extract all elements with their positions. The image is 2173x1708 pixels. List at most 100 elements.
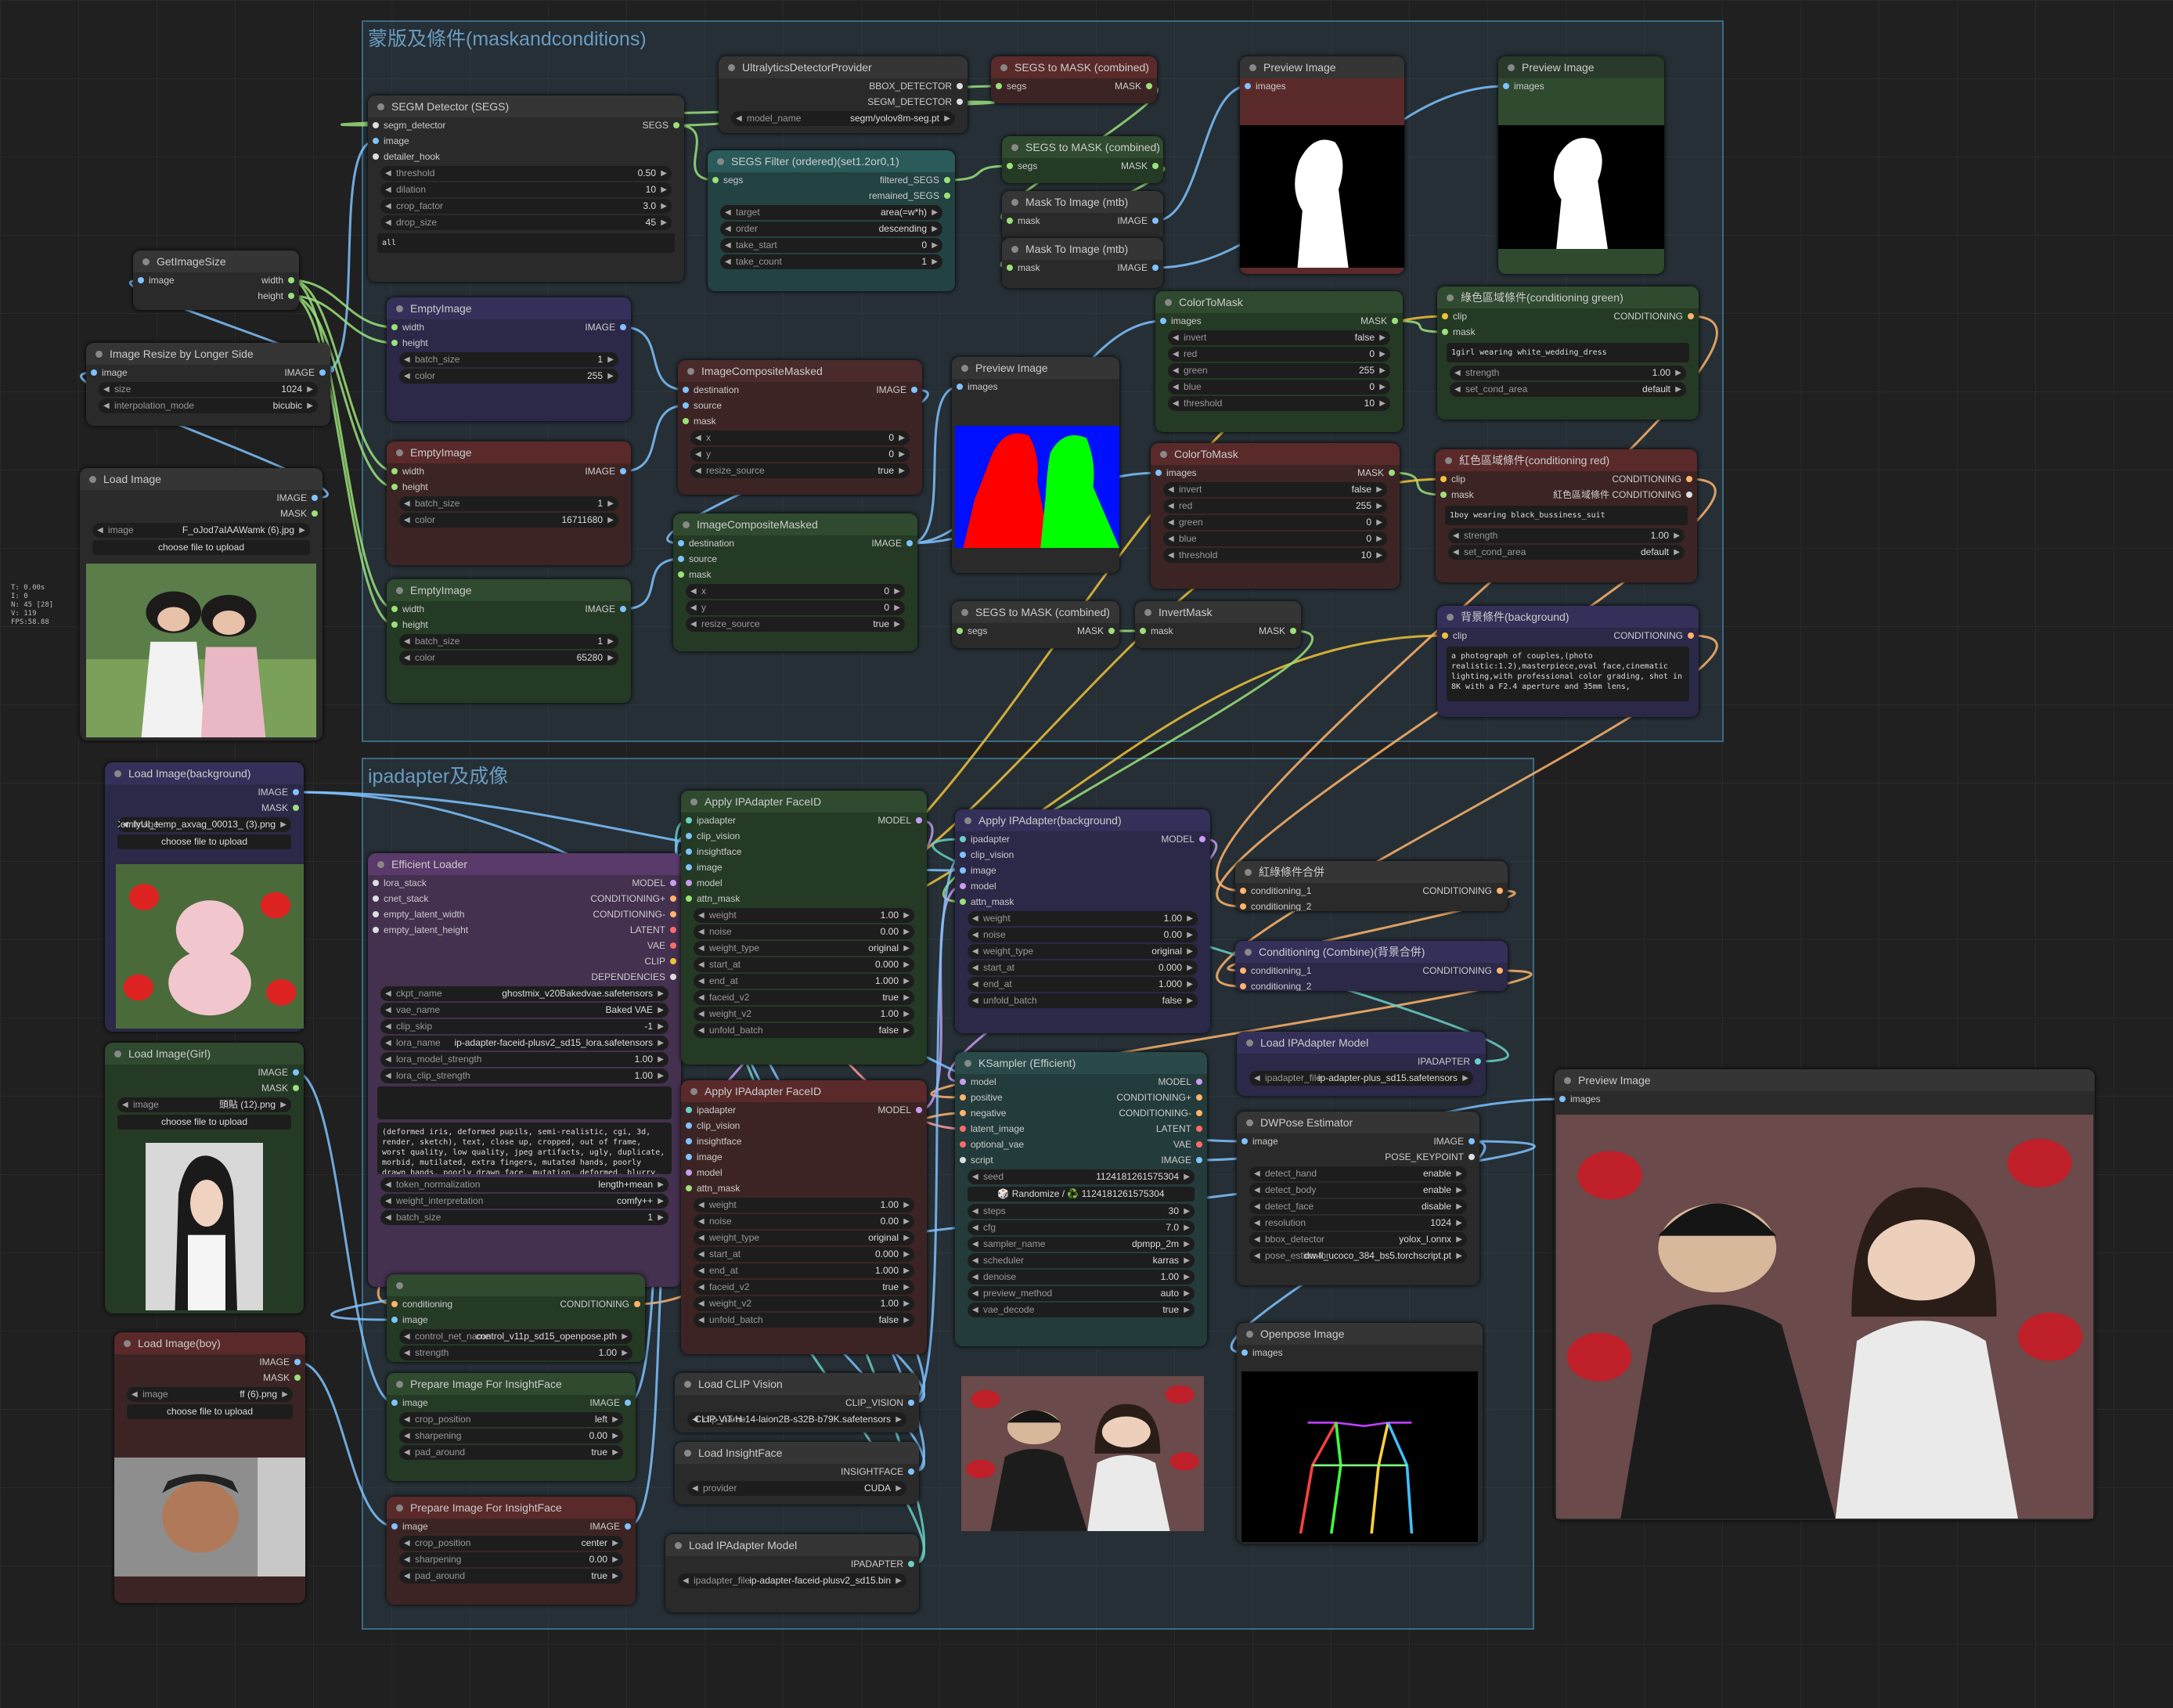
widget-x[interactable]: x0 bbox=[690, 431, 910, 445]
output-slot[interactable] bbox=[1290, 628, 1296, 634]
input-slot[interactable] bbox=[391, 1301, 398, 1307]
node-condcomb1[interactable]: 紅綠條件合併 conditioning_1 CONDITIONING conditio… bbox=[1235, 861, 1508, 911]
node-title[interactable]: Load IPAdapter Model bbox=[665, 1534, 919, 1556]
output-slot[interactable] bbox=[288, 277, 294, 283]
input-slot[interactable] bbox=[1160, 318, 1166, 324]
output-slot[interactable] bbox=[1468, 1154, 1475, 1160]
node-title[interactable]: Apply IPAdapter FaceID bbox=[681, 791, 927, 813]
node-mask2img1[interactable]: Mask To Image (mtb) mask IMAGE bbox=[1002, 191, 1163, 241]
node-title[interactable]: EmptyImage bbox=[387, 441, 631, 463]
node-empty3[interactable]: EmptyImage width IMAGE height batch_size 1 col… bbox=[387, 579, 631, 703]
widget-cfg[interactable]: cfg 7.0 bbox=[968, 1220, 1195, 1235]
widget-lora-name[interactable]: lora_name ip-adapter-faceid-plusv2_sd15_l… bbox=[380, 1036, 668, 1050]
node-title[interactable]: SEGS Filter (ordered)(set1.2or0,1) bbox=[708, 150, 955, 172]
widget-lora-model-strength[interactable]: lora_model_strength 1.00 bbox=[380, 1052, 668, 1067]
node-title[interactable]: UltralyticsDetectorProvider bbox=[719, 56, 968, 78]
node-title[interactable]: ImageCompositeMasked bbox=[673, 513, 917, 535]
input-slot[interactable] bbox=[1240, 968, 1246, 974]
node-title[interactable]: EmptyImage bbox=[387, 297, 631, 319]
widget-threshold[interactable]: threshold 0.50 bbox=[380, 166, 672, 181]
node-condr[interactable]: 紅色區域條件(conditioning red) clip CONDITIONING… bbox=[1436, 449, 1697, 582]
widget-weight-v2[interactable]: weight_v2 1.00 bbox=[694, 1296, 914, 1311]
widget-pad-around[interactable]: pad_around true bbox=[399, 1569, 623, 1584]
input-slot[interactable] bbox=[1503, 83, 1509, 89]
output-slot[interactable] bbox=[1199, 836, 1205, 842]
output-slot[interactable] bbox=[294, 1359, 301, 1365]
widget-x[interactable]: x0 bbox=[686, 584, 905, 599]
output-slot[interactable] bbox=[670, 958, 676, 964]
input-slot[interactable] bbox=[1559, 1096, 1566, 1102]
input-slot[interactable] bbox=[373, 122, 379, 128]
node-segsmask3[interactable]: SEGS to MASK (combined) segs MASK bbox=[952, 601, 1119, 648]
input-slot[interactable] bbox=[686, 817, 692, 823]
node-title[interactable]: Prepare Image For InsightFace bbox=[387, 1373, 636, 1395]
widget-detect-hand[interactable]: detect_hand enable bbox=[1249, 1166, 1467, 1181]
input-slot[interactable] bbox=[686, 864, 692, 870]
output-slot[interactable] bbox=[319, 369, 326, 376]
widget-target[interactable]: target area(=w*h) bbox=[720, 205, 942, 220]
widget-detect-face[interactable]: detect_face disable bbox=[1249, 1199, 1467, 1214]
widget-drop-size[interactable]: drop_size 45 bbox=[380, 215, 672, 230]
input-slot[interactable] bbox=[373, 927, 379, 933]
output-slot[interactable] bbox=[906, 540, 913, 546]
widget-crop-factor[interactable]: crop_factor 3.0 bbox=[380, 199, 672, 214]
output-slot[interactable] bbox=[944, 177, 950, 183]
input-slot[interactable] bbox=[391, 468, 398, 474]
widget-weight-v2[interactable]: weight_v2 1.00 bbox=[694, 1007, 914, 1022]
input-slot[interactable] bbox=[1140, 628, 1146, 634]
input-slot[interactable] bbox=[960, 1141, 966, 1148]
input-slot[interactable] bbox=[391, 622, 398, 628]
output-slot[interactable] bbox=[288, 293, 294, 299]
output-slot[interactable] bbox=[1688, 632, 1694, 639]
widget-red[interactable]: red 0 bbox=[1168, 347, 1390, 362]
input-slot[interactable] bbox=[391, 1317, 398, 1323]
widget-start-at[interactable]: start_at 0.000 bbox=[694, 957, 914, 972]
input-slot[interactable] bbox=[1007, 163, 1013, 169]
output-slot[interactable] bbox=[625, 1523, 631, 1530]
output-slot[interactable] bbox=[1196, 1094, 1202, 1101]
output-slot[interactable] bbox=[670, 942, 676, 949]
output-slot[interactable] bbox=[1392, 318, 1398, 324]
output-slot[interactable] bbox=[1152, 218, 1159, 224]
node-empty2[interactable]: EmptyImage width IMAGE height batch_size 1 col… bbox=[387, 441, 631, 565]
node-title[interactable]: Load Image bbox=[80, 468, 323, 490]
node-title[interactable]: Load Image(Girl) bbox=[105, 1043, 304, 1065]
widget-preview-method[interactable]: preview_method auto bbox=[968, 1286, 1195, 1301]
input-slot[interactable] bbox=[957, 384, 963, 390]
input-slot[interactable] bbox=[686, 1154, 692, 1160]
output-slot[interactable] bbox=[620, 324, 626, 330]
node-comp2[interactable]: ImageCompositeMasked destination IMAGE sour… bbox=[673, 513, 917, 651]
widget-scheduler[interactable]: scheduler karras bbox=[968, 1253, 1195, 1268]
input-slot[interactable] bbox=[373, 138, 379, 144]
output-slot[interactable] bbox=[293, 805, 299, 811]
node-title[interactable]: 背景條件(background) bbox=[1437, 606, 1699, 628]
input-slot[interactable] bbox=[686, 849, 692, 855]
widget-faceid-v2[interactable]: faceid_v2 true bbox=[694, 1280, 914, 1295]
node-eff[interactable]: Efficient Loader lora_stack MODEL cnet_stac… bbox=[368, 853, 681, 1287]
widget-batch-size[interactable]: batch_size 1 bbox=[399, 496, 618, 511]
node-title[interactable]: InvertMask bbox=[1135, 601, 1301, 623]
widget-invert[interactable]: invert false bbox=[1168, 330, 1390, 345]
input-slot[interactable] bbox=[686, 880, 692, 886]
output-slot[interactable] bbox=[1196, 1079, 1202, 1085]
node-title[interactable]: KSampler (Efficient) bbox=[955, 1052, 1207, 1074]
widget-order[interactable]: order descending bbox=[720, 222, 942, 236]
choose-file-button[interactable]: choose file to upload bbox=[127, 1404, 293, 1419]
node-title[interactable]: Prepare Image For InsightFace bbox=[387, 1497, 636, 1519]
output-slot[interactable] bbox=[670, 911, 676, 917]
node-getsize[interactable]: GetImageSize image width height bbox=[133, 250, 299, 310]
widget-pose-estimator[interactable]: pose_estimatordw-ll_ucoco_384_bs5.torchs… bbox=[1249, 1249, 1467, 1263]
widget-green[interactable]: green 0 bbox=[1163, 515, 1387, 530]
output-slot[interactable] bbox=[312, 510, 318, 517]
node-title[interactable]: ColorToMask bbox=[1155, 291, 1403, 313]
widget-weight-interpretation[interactable]: weight_interpretation comfy++ bbox=[380, 1194, 668, 1209]
choose-file-button[interactable]: choose file to upload bbox=[92, 540, 310, 555]
widget-ipadapter-file[interactable]: ipadapter_fileip-adapter-plus_sd15.safet… bbox=[1249, 1071, 1473, 1086]
input-slot[interactable] bbox=[1007, 265, 1013, 271]
output-slot[interactable] bbox=[1468, 1138, 1475, 1144]
input-slot[interactable] bbox=[373, 880, 379, 886]
input-slot[interactable] bbox=[1241, 1349, 1248, 1356]
widget-bbox-detector[interactable]: bbox_detector yolox_l.onnx bbox=[1249, 1232, 1467, 1247]
node-empty1[interactable]: EmptyImage width IMAGE height batch_size 1 col… bbox=[387, 297, 631, 421]
widget-green[interactable]: green 255 bbox=[1168, 363, 1390, 378]
